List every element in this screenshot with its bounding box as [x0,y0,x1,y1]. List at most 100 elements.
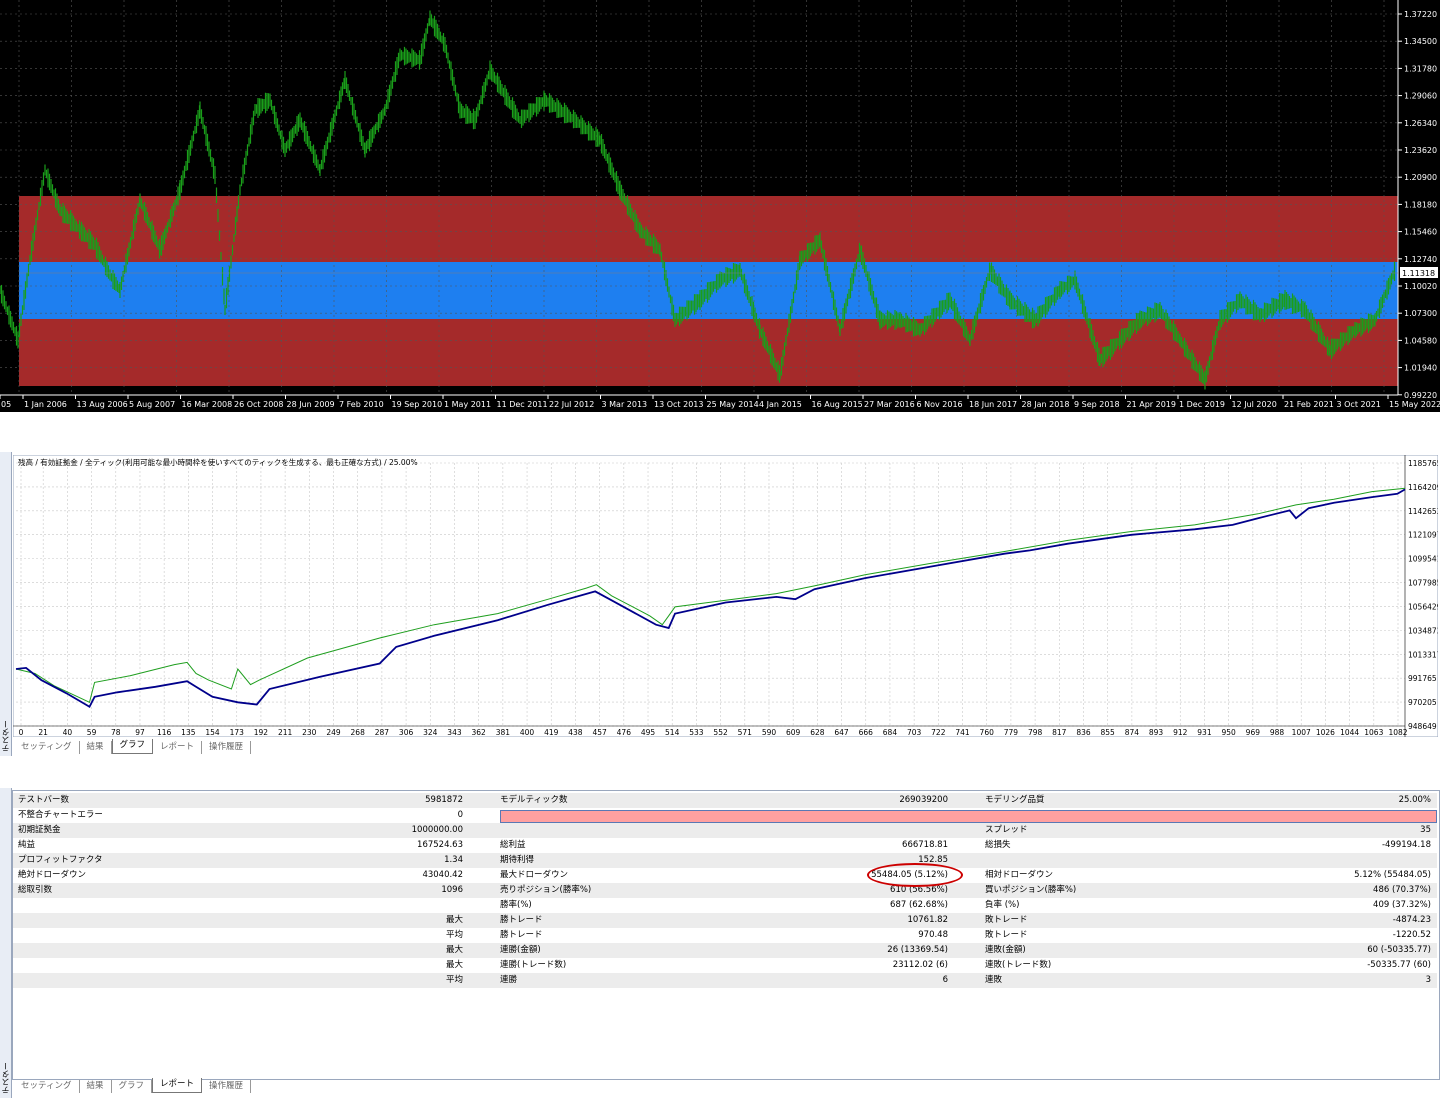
y-tick-label: 1034873 [1408,626,1438,635]
report-cell-v3: -1220.52 [1392,930,1431,940]
tab-settings[interactable]: セッティング [14,1080,80,1093]
x-tick-label: 306 [399,728,414,737]
balance-graph[interactable]: 1185765 1164209 1142653 1121097 1099541 10779… [13,455,1438,737]
x-tick-label: 1026 [1316,728,1335,737]
tab-settings[interactable]: セッティング [14,741,80,754]
report-cell-v3: 35 [1420,825,1431,835]
report-cell-c3: 負率 (%) [985,900,1020,910]
time-axis-label: 1 Jan 2006 [24,400,67,409]
y-tick-label: 1121097 [1408,531,1438,540]
report-row: プロフィットファクタ 1.34 期待利得 152.85 [13,853,1437,868]
x-tick-label: 988 [1270,728,1285,737]
report-row: 総取引数 1096 売りポジション(勝率%) 610 (56.56%) 買いポジション(… [13,883,1437,898]
tab-results[interactable]: 結果 [80,1080,112,1093]
report-cell-c3: 連敗 [985,975,1003,985]
report-cell-c3: スプレッド [985,825,1028,835]
x-tick-label: 192 [254,728,269,737]
tab-report[interactable]: レポート [152,1078,203,1093]
report-row: 最大 勝トレード 10761.82 敗トレード -4874.23 [13,913,1437,928]
report-cell-v1: 167524.63 [417,840,463,850]
tab-report[interactable]: レポート [153,741,203,754]
x-tick-label: 760 [980,728,995,737]
report-cell-c3: 買いポジション(勝率%) [985,885,1077,895]
tab-journal[interactable]: 操作履歴 [202,1080,252,1093]
time-axis-label: 22 Jul 2012 [549,400,594,409]
x-tick-label: 419 [544,728,559,737]
x-tick-label: 268 [351,728,366,737]
report-cell-c1: 絶対ドローダウン [18,870,87,880]
time-axis-label: 13 Oct 2013 [654,400,703,409]
tab-journal[interactable]: 操作履歴 [202,741,252,754]
x-tick-label: 817 [1052,728,1067,737]
report-cell-v2: 26 (13369.54) [887,945,948,955]
x-tick-label: 97 [135,728,145,737]
time-axis-label: 28 Jun 2009 [287,400,335,409]
report-cell-c1: 不整合チャートエラー [18,810,103,820]
tab-graph[interactable]: グラフ [111,739,154,754]
x-tick-label: 40 [63,728,73,737]
x-tick-label: 874 [1125,728,1140,737]
tester-report-panel: テスター テストバー数 5981872 モデルティック数 269039200 モデリング… [0,788,1440,1098]
x-tick-label: 893 [1149,728,1164,737]
x-tick-label: 135 [181,728,196,737]
report-row: 平均 勝トレード 970.48 敗トレード -1220.52 [13,928,1437,943]
x-tick-label: 684 [883,728,898,737]
price-axis-label: 1.01940 [1404,364,1437,373]
report-cell-c1: テストバー数 [18,795,70,805]
report-cell-c1: 総取引数 [18,885,53,895]
tab-graph[interactable]: グラフ [112,1080,153,1093]
tester-side-label-2: テスター [0,788,12,1098]
price-axis-label: 1.26340 [1404,119,1437,128]
y-tick-label: 1185765 [1408,459,1438,468]
x-tick-label: 78 [111,728,121,737]
x-tick-label: 552 [713,728,728,737]
report-cell-c3: モデリング品質 [985,795,1045,805]
x-tick-label: 836 [1076,728,1091,737]
upper-red-zone [19,196,1398,262]
y-tick-label: 970205 [1408,698,1437,707]
time-axis-label: 21 Apr 2019 [1127,400,1176,409]
y-tick-label: 991765 [1408,674,1437,683]
report-cell-v1: 最大 [445,915,463,925]
report-cell-v1: 最大 [445,960,463,970]
tester-graph-panel: テスター 1185765 1164209 1142653 1121097 1099541… [0,452,1440,756]
y-tick-label: 1099541 [1408,555,1438,564]
x-tick-label: 912 [1173,728,1188,737]
x-tick-label: 798 [1028,728,1043,737]
price-axis-label: 1.29060 [1404,92,1437,101]
price-axis-label: 1.37220 [1404,10,1437,19]
x-tick-label: 855 [1101,728,1116,737]
price-chart[interactable]: 1.37220 1.34500 1.31780 1.29060 1.26340 1.236… [0,0,1440,412]
time-axis-label: 1 Dec 2019 [1179,400,1225,409]
report-cell-v1: 1096 [441,885,463,895]
price-axis-label: 1.10020 [1404,282,1437,291]
tab-results[interactable]: 結果 [80,741,112,754]
max-drawdown-highlight [867,863,963,887]
time-axis-label: 7 Feb 2010 [339,400,384,409]
x-tick-label: 476 [617,728,632,737]
x-tick-label: 324 [423,728,438,737]
report-cell-c1: プロフィットファクタ [18,855,103,865]
graph-legend: 残高 / 有効証拠金 / 全ティック(利用可能な最小時間枠を使いすべてのティック… [18,457,418,467]
report-row: 絶対ドローダウン 43040.42 最大ドローダウン 55484.05 (5.12%)… [13,868,1437,883]
time-axis-label: 05 [1,400,11,409]
x-tick-label: 173 [230,728,245,737]
y-tick-label: 1013317 [1408,650,1438,659]
y-tick-label: 948649 [1408,722,1437,731]
report-cell-c1: 初期証拠金 [18,825,61,835]
price-axis-label: 1.20900 [1404,173,1437,182]
report-cell-v2: 269039200 [899,795,948,805]
time-axis-label: 16 Mar 2008 [182,400,233,409]
report-cell-c2: 勝率(%) [500,900,532,910]
x-tick-label: 647 [834,728,849,737]
x-tick-label: 59 [87,728,97,737]
report-row: テストバー数 5981872 モデルティック数 269039200 モデリング品質 25.… [13,793,1437,808]
time-axis-label: 28 Jan 2018 [1022,400,1070,409]
time-axis-label: 3 Mar 2013 [602,400,648,409]
price-chart-canvas[interactable]: 1.37220 1.34500 1.31780 1.29060 1.26340 1.236… [0,0,1440,412]
report-row: 最大 連勝(金額) 26 (13369.54) 連敗(金額) 60 (-50335.77… [13,943,1437,958]
time-axis-label: 18 Jun 2017 [969,400,1017,409]
x-tick-label: 154 [205,728,220,737]
x-tick-label: 230 [302,728,317,737]
x-tick-label: 381 [496,728,511,737]
